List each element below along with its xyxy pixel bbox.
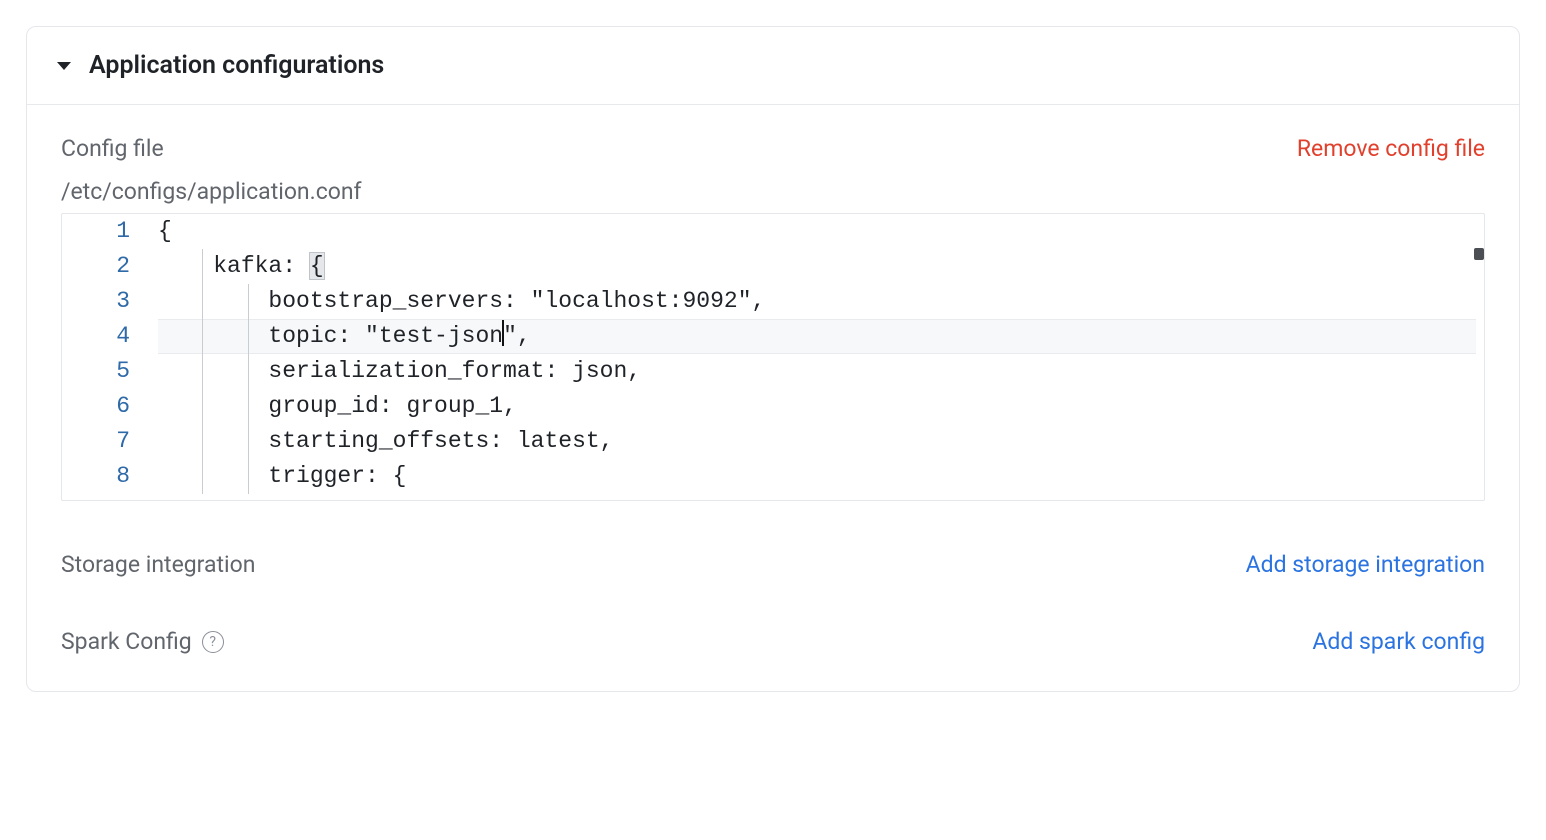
line-number: 2 xyxy=(62,249,130,284)
chevron-down-icon xyxy=(57,62,71,70)
code-line[interactable]: serialization_format: json, xyxy=(158,354,1484,389)
line-number: 8 xyxy=(62,459,130,494)
add-spark-config-button[interactable]: Add spark config xyxy=(1312,628,1485,655)
storage-integration-label: Storage integration xyxy=(61,551,255,578)
line-number: 4 xyxy=(62,319,130,354)
editor-code-area[interactable]: { kafka: { bootstrap_servers: "localhost… xyxy=(158,214,1484,500)
line-number: 5 xyxy=(62,354,130,389)
help-icon[interactable]: ? xyxy=(202,631,224,653)
code-line[interactable]: { xyxy=(158,214,1484,249)
config-editor[interactable]: 1 2 3 4 5 6 7 8 { kafka: { bootstrap_ser… xyxy=(61,213,1485,501)
editor-gutter: 1 2 3 4 5 6 7 8 xyxy=(62,214,158,500)
line-number: 7 xyxy=(62,424,130,459)
config-file-path: /etc/configs/application.conf xyxy=(61,178,1485,205)
application-configurations-panel: Application configurations Config file R… xyxy=(26,26,1520,692)
scrollbar-thumb[interactable] xyxy=(1474,248,1484,260)
panel-header[interactable]: Application configurations xyxy=(27,27,1519,105)
code-line[interactable]: bootstrap_servers: "localhost:9092", xyxy=(158,284,1484,319)
code-line[interactable]: group_id: group_1, xyxy=(158,389,1484,424)
code-line[interactable]: starting_offsets: latest, xyxy=(158,424,1484,459)
spark-config-label: Spark Config xyxy=(61,628,192,655)
code-line[interactable]: trigger: { xyxy=(158,459,1484,494)
code-line[interactable]: topic: "test-json", xyxy=(158,319,1484,354)
line-number: 1 xyxy=(62,214,130,249)
panel-title: Application configurations xyxy=(89,51,384,80)
config-file-label: Config file xyxy=(61,135,164,162)
line-number: 6 xyxy=(62,389,130,424)
line-number: 3 xyxy=(62,284,130,319)
code-line[interactable]: kafka: { xyxy=(158,249,1484,284)
add-storage-integration-button[interactable]: Add storage integration xyxy=(1246,551,1485,578)
text-caret xyxy=(502,320,504,346)
remove-config-file-button[interactable]: Remove config file xyxy=(1297,135,1485,162)
